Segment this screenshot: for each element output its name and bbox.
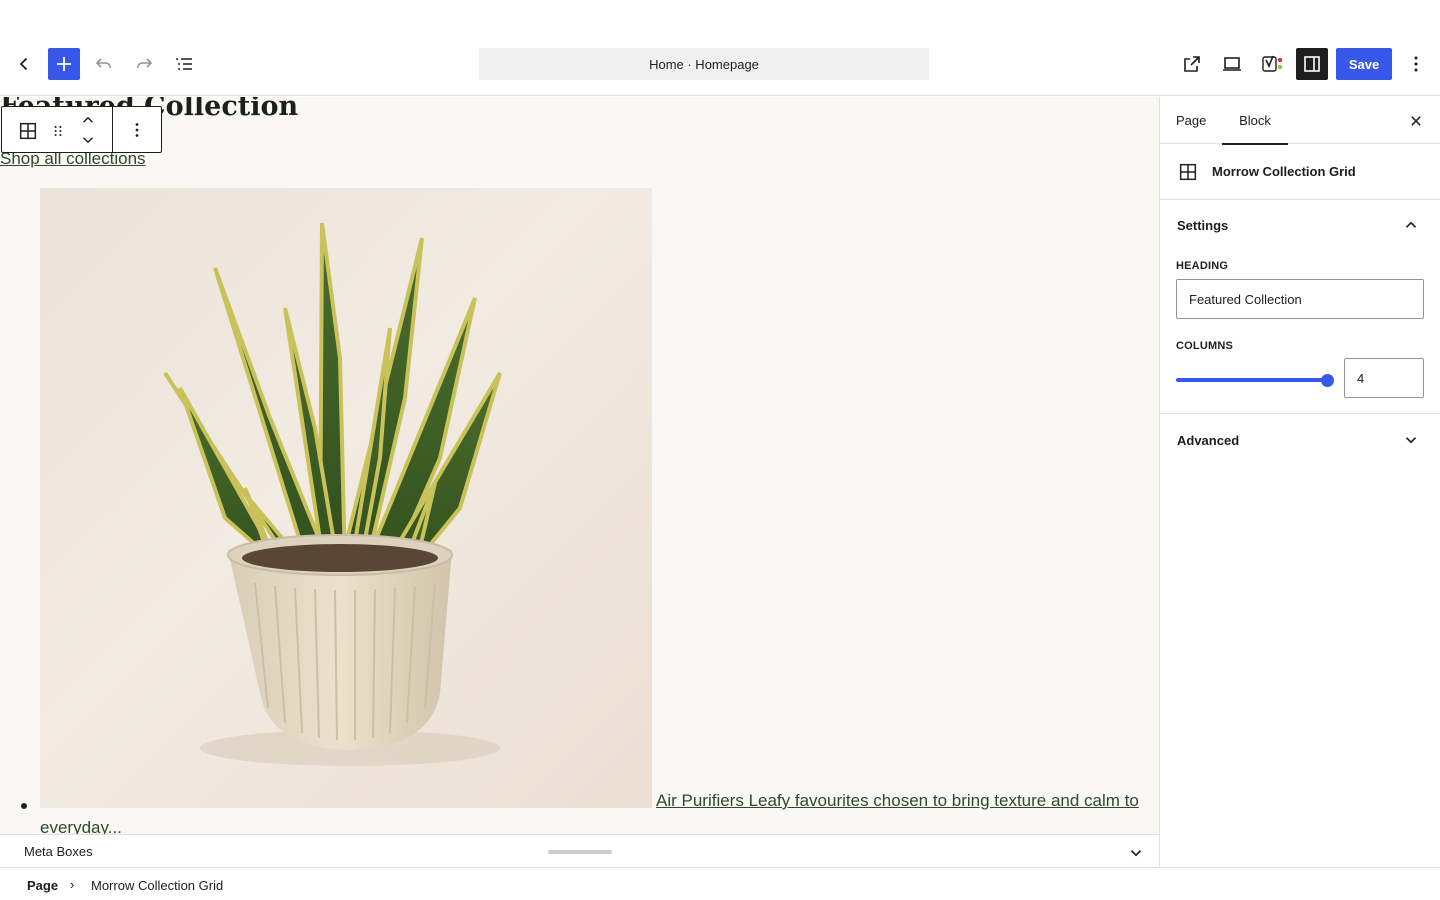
close-sidebar-button[interactable] <box>1404 109 1428 133</box>
undo-button[interactable] <box>88 48 120 80</box>
snake-plant-image <box>163 222 502 766</box>
list-view-button[interactable] <box>168 48 200 80</box>
product-link-continuation[interactable]: everyday... <box>40 818 122 834</box>
editor-header: Home · Homepage Save <box>0 32 1440 96</box>
chevron-down-icon <box>83 137 93 144</box>
advanced-panel-title: Advanced <box>1177 433 1240 448</box>
back-button[interactable] <box>8 48 40 80</box>
view-page-button[interactable] <box>1176 48 1208 80</box>
heading-field-label: HEADING <box>1176 260 1229 272</box>
save-button[interactable]: Save <box>1336 48 1392 80</box>
block-inserter-button[interactable] <box>48 48 80 80</box>
chevron-left-icon <box>19 57 28 71</box>
breadcrumb-separator: › <box>70 877 75 892</box>
chevron-up-icon <box>1405 221 1417 228</box>
external-link-icon <box>1184 56 1200 72</box>
block-options-button[interactable] <box>113 107 161 152</box>
redo-button[interactable] <box>128 48 160 80</box>
block-toolbar-movers <box>2 107 113 152</box>
undo-icon <box>95 58 111 68</box>
columns-number-input[interactable] <box>1344 358 1424 398</box>
grid-icon <box>19 122 37 140</box>
settings-panel: Settings HEADING COLUMNS <box>1160 200 1440 414</box>
columns-range-thumb[interactable] <box>1321 374 1334 387</box>
breadcrumb: Page › Morrow Collection Grid <box>0 867 1440 900</box>
advanced-panel-toggle[interactable] <box>1401 430 1421 450</box>
preview-button[interactable] <box>1216 48 1248 80</box>
document-title: Home · Homepage <box>649 56 759 72</box>
move-down-button[interactable] <box>76 131 100 149</box>
tab-page[interactable]: Page <box>1176 97 1210 144</box>
meta-boxes-bar: Meta Boxes <box>0 834 1159 867</box>
block-toolbar <box>1 106 162 153</box>
yoast-button[interactable] <box>1256 48 1288 80</box>
block-card: Morrow Collection Grid <box>1160 144 1440 200</box>
meta-boxes-title: Meta Boxes <box>24 844 93 859</box>
heading-input[interactable] <box>1176 279 1424 319</box>
settings-toggle-button[interactable] <box>1296 48 1328 80</box>
breadcrumb-page[interactable]: Page <box>27 878 58 893</box>
close-icon <box>1411 116 1421 126</box>
settings-sidebar: Page Block Morrow Collection Grid Settin… <box>1160 97 1440 867</box>
drag-handle-icon <box>54 125 62 137</box>
yoast-icon <box>1262 55 1283 72</box>
chevron-up-icon <box>83 116 93 123</box>
plus-icon <box>57 57 71 71</box>
columns-range-track[interactable] <box>1176 378 1328 382</box>
meta-boxes-resize-handle[interactable] <box>548 850 612 854</box>
more-vertical-icon <box>1414 56 1418 72</box>
sidebar-toggle-icon <box>1304 56 1320 72</box>
more-vertical-icon <box>135 122 139 137</box>
chevron-down-icon <box>1130 850 1142 857</box>
document-title-bar[interactable]: Home · Homepage <box>479 48 929 80</box>
breadcrumb-current[interactable]: Morrow Collection Grid <box>91 878 223 893</box>
list-bullet <box>21 803 27 809</box>
tab-block[interactable]: Block <box>1222 97 1288 145</box>
drag-handle[interactable] <box>48 119 68 143</box>
desktop-icon <box>1223 57 1241 71</box>
tab-block-label: Block <box>1239 113 1271 128</box>
meta-boxes-toggle[interactable] <box>1126 843 1146 863</box>
advanced-panel[interactable]: Advanced <box>1160 414 1440 466</box>
move-up-button[interactable] <box>76 111 100 129</box>
product-image[interactable] <box>40 188 652 808</box>
chevron-down-icon <box>1405 437 1417 444</box>
options-button[interactable] <box>1400 48 1432 80</box>
columns-field-label: COLUMNS <box>1176 340 1234 352</box>
editor-canvas: Featured Collection Shop all collections <box>0 97 1159 834</box>
redo-icon <box>137 58 153 68</box>
sidebar-tabs: Page Block <box>1160 97 1440 145</box>
block-card-title: Morrow Collection Grid <box>1212 164 1356 179</box>
settings-panel-title[interactable]: Settings <box>1177 218 1228 233</box>
top-strip <box>0 0 1440 32</box>
grid-icon <box>1179 163 1197 181</box>
list-view-icon <box>176 58 192 70</box>
block-type-button[interactable] <box>16 119 40 143</box>
product-link[interactable]: Air Purifiers Leafy favourites chosen to… <box>656 791 1139 811</box>
settings-panel-toggle[interactable] <box>1401 215 1421 235</box>
tab-page-label: Page <box>1176 113 1207 128</box>
